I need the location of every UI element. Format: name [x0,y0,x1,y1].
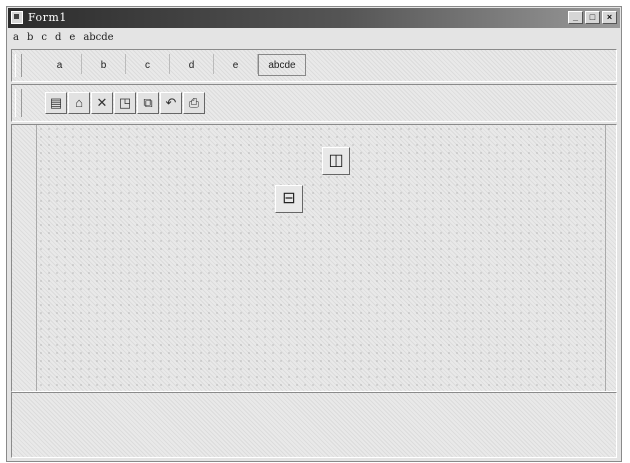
form-design-area[interactable]: ◫ ⊟ [11,124,617,392]
menu-item-b[interactable]: b [22,29,33,47]
new-form-icon[interactable]: ▤ [45,92,67,114]
menu-item-d[interactable]: d [50,29,61,47]
toolbar: ▤ ⌂ ✕ ◳ ⧉ ↶ ⎙ [11,84,617,122]
delete-icon[interactable]: ✕ [91,92,113,114]
menu-item-c[interactable]: c [36,29,47,47]
open-folder-icon[interactable]: ⌂ [68,92,90,114]
tab-b[interactable]: b [82,54,126,74]
design-grid[interactable] [36,125,606,391]
tab-c[interactable]: c [126,54,170,74]
undo-icon[interactable]: ↶ [160,92,182,114]
menu-bar: a b c d e abcde [8,29,620,47]
tool-buttons: ▤ ⌂ ✕ ◳ ⧉ ↶ ⎙ [45,92,205,114]
tab-a[interactable]: a [38,54,82,74]
toolbar-grip[interactable] [15,89,22,117]
tab-list: a b c d e abcde [38,54,306,76]
window-title: Form1 [28,11,67,24]
popup-menu-component-icon[interactable]: ⊟ [275,185,303,213]
menu-component-icon[interactable]: ◫ [322,147,350,175]
print-preview-icon[interactable]: ◳ [114,92,136,114]
menu-item-abcde[interactable]: abcde [78,29,113,47]
copy-icon[interactable]: ⧉ [137,92,159,114]
app-icon[interactable] [11,11,23,24]
form-window: Form1 _ □ × a b c d e abcde a b c d e ab… [6,6,622,462]
print-icon[interactable]: ⎙ [183,92,205,114]
menu-item-e[interactable]: e [64,29,75,47]
tab-bar: a b c d e abcde [11,49,617,82]
menu-item-a[interactable]: a [8,29,19,47]
maximize-button[interactable]: □ [585,11,600,24]
close-button[interactable]: × [602,11,617,24]
window-controls: _ □ × [568,11,617,24]
tabbar-grip[interactable] [15,54,22,77]
tab-abcde[interactable]: abcde [258,54,306,76]
title-bar[interactable]: Form1 _ □ × [8,8,620,28]
minimize-button[interactable]: _ [568,11,583,24]
status-panel [11,392,617,458]
tab-d[interactable]: d [170,54,214,74]
tab-e[interactable]: e [214,54,258,74]
